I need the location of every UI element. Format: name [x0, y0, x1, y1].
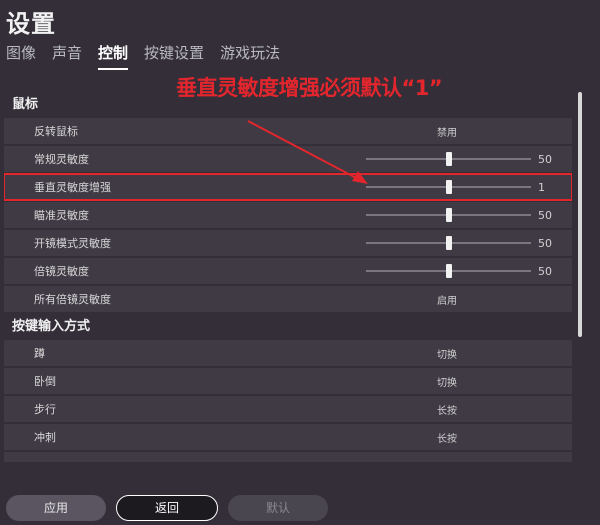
setting-label: 蹲 [34, 347, 45, 360]
sensitivity-slider[interactable] [366, 208, 531, 222]
sensitivity-slider[interactable] [366, 264, 531, 278]
setting-row-vertical-sensitivity-boost[interactable]: 垂直灵敏度增强 1 [4, 173, 572, 201]
sensitivity-slider[interactable] [366, 152, 531, 166]
annotation-text: 垂直灵敏度增强必须默认“1” [176, 76, 443, 100]
setting-row-prone[interactable]: 卧倒 切换 [4, 368, 572, 394]
setting-label: 开镜模式灵敏度 [34, 237, 111, 250]
setting-label: 步行 [34, 403, 56, 416]
slider-value: 50 [538, 264, 552, 278]
slider-value: 50 [538, 236, 552, 250]
default-button[interactable]: 默认 [228, 495, 328, 521]
setting-label: 反转鼠标 [34, 125, 78, 138]
slider-value: 1 [538, 180, 545, 194]
setting-value[interactable]: 长按 [437, 430, 457, 445]
setting-label: 冲刺 [34, 431, 56, 444]
settings-tabs: 图像 声音 控制 按键设置 游戏玩法 [6, 42, 296, 70]
setting-row-partial[interactable] [4, 452, 572, 462]
slider-thumb[interactable] [445, 152, 452, 166]
scrollbar-thumb[interactable] [578, 92, 582, 337]
slider-thumb[interactable] [445, 264, 452, 278]
setting-value[interactable]: 禁用 [437, 124, 457, 139]
setting-label: 倍镜灵敏度 [34, 265, 89, 278]
setting-label: 所有倍镜灵敏度 [34, 293, 111, 306]
setting-value[interactable]: 切换 [437, 346, 457, 361]
setting-label: 垂直灵敏度增强 [34, 181, 111, 194]
sensitivity-slider[interactable] [366, 236, 531, 250]
settings-panel: 鼠标 反转鼠标 禁用 常规灵敏度 50 垂直灵敏度增强 1 瞄准灵敏度 50 开… [4, 92, 572, 462]
action-bar: 应用 返回 默认 [6, 495, 338, 521]
setting-row-scope-sensitivity[interactable]: 倍镜灵敏度 50 [4, 258, 572, 284]
tab-controls[interactable]: 控制 [98, 42, 129, 70]
setting-row-general-sensitivity[interactable]: 常规灵敏度 50 [4, 146, 572, 172]
setting-row-crouch[interactable]: 蹲 切换 [4, 340, 572, 366]
page-title: 设置 [6, 10, 56, 38]
setting-row-walk[interactable]: 步行 长按 [4, 396, 572, 422]
slider-thumb[interactable] [445, 180, 452, 194]
input-section-title: 按键输入方式 [12, 319, 91, 334]
setting-label: 卧倒 [34, 375, 56, 388]
slider-value: 50 [538, 208, 552, 222]
slider-value: 50 [538, 152, 552, 166]
back-button[interactable]: 返回 [116, 495, 218, 521]
setting-row-invert-mouse[interactable]: 反转鼠标 禁用 [4, 118, 572, 144]
setting-value[interactable]: 长按 [437, 402, 457, 417]
setting-value[interactable]: 切换 [437, 374, 457, 389]
tab-audio[interactable]: 声音 [52, 42, 82, 70]
apply-button[interactable]: 应用 [6, 495, 106, 521]
setting-row-sprint[interactable]: 冲刺 长按 [4, 424, 572, 450]
setting-label: 常规灵敏度 [34, 153, 89, 166]
tab-keybindings[interactable]: 按键设置 [144, 42, 204, 70]
scrollbar[interactable] [578, 92, 582, 462]
setting-row-all-scope-sensitivity[interactable]: 所有倍镜灵敏度 启用 [4, 286, 572, 312]
tab-graphics[interactable]: 图像 [6, 42, 36, 70]
slider-thumb[interactable] [445, 236, 452, 250]
setting-row-scope-mode-sensitivity[interactable]: 开镜模式灵敏度 50 [4, 230, 572, 256]
setting-label: 瞄准灵敏度 [34, 209, 89, 222]
sensitivity-slider[interactable] [366, 180, 531, 194]
slider-thumb[interactable] [445, 208, 452, 222]
tab-gameplay[interactable]: 游戏玩法 [220, 42, 280, 70]
setting-value[interactable]: 启用 [437, 292, 457, 307]
setting-row-aim-sensitivity[interactable]: 瞄准灵敏度 50 [4, 202, 572, 228]
